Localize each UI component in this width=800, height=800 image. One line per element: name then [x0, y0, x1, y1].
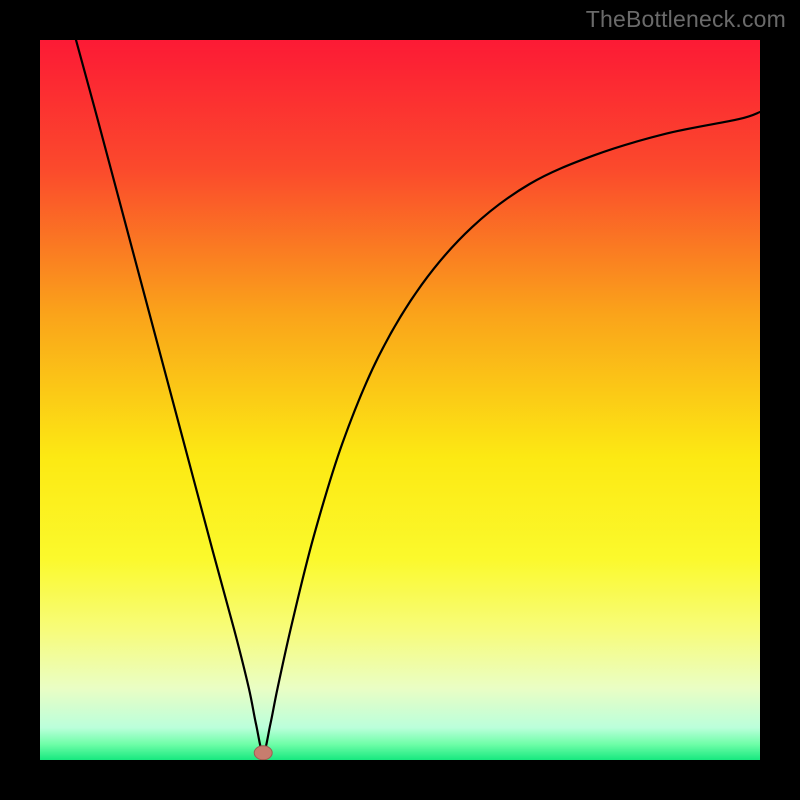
- chart-frame: TheBottleneck.com: [0, 0, 800, 800]
- optimum-marker: [254, 746, 272, 760]
- plot-area: [40, 40, 760, 760]
- attribution-label: TheBottleneck.com: [586, 6, 786, 33]
- gradient-background: [40, 40, 760, 760]
- chart-svg: [40, 40, 760, 760]
